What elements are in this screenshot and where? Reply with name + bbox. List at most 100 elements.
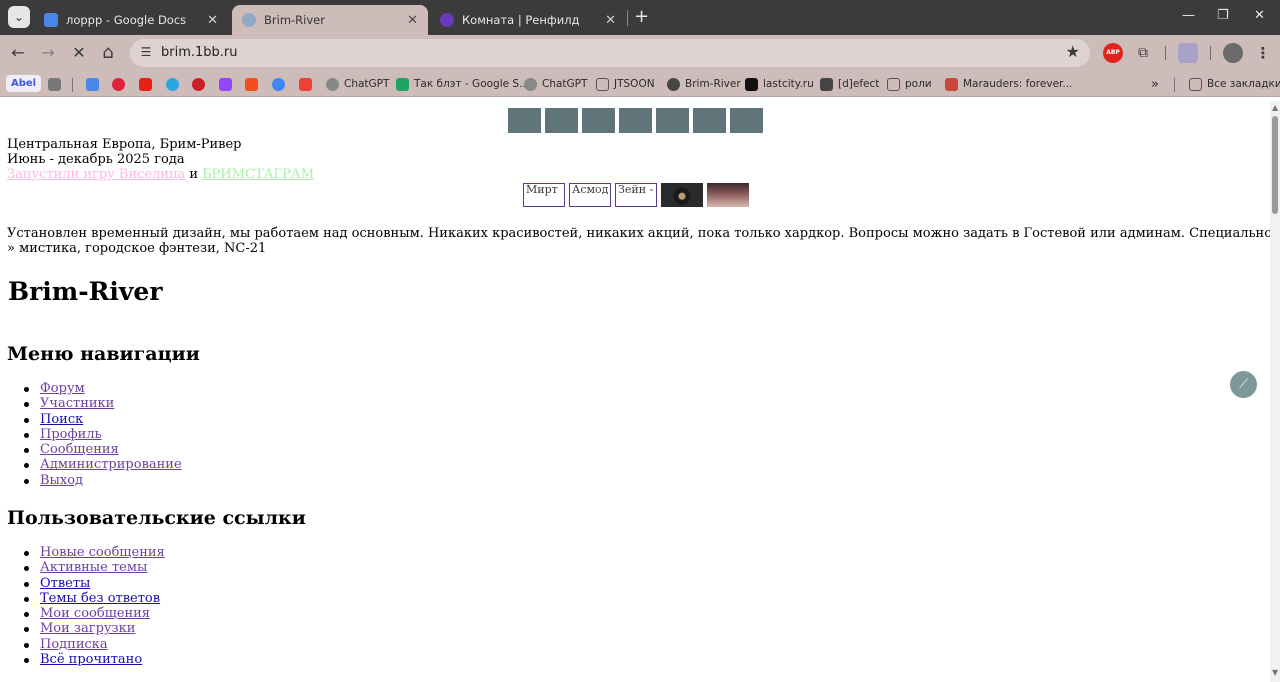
- user-links-menu: Новые сообщения Активные темы Ответы Тем…: [24, 545, 165, 667]
- brimstagram-link[interactable]: БРИМСТАГРАМ: [202, 167, 314, 182]
- tab-google-docs[interactable]: лоррр - Google Docs ✕: [34, 5, 228, 35]
- site-favicon: [242, 13, 256, 27]
- minimize-icon[interactable]: —: [1182, 8, 1195, 23]
- avatar[interactable]: [1223, 43, 1243, 63]
- twitch-icon[interactable]: [219, 75, 237, 93]
- top-nav-button[interactable]: [582, 108, 615, 133]
- extensions-puzzle-icon[interactable]: ⧉: [1133, 43, 1153, 63]
- chatgpt-icon: [524, 77, 537, 91]
- featured-avatars: Мирт Асмод Зейн -: [523, 183, 749, 207]
- new-tab-button[interactable]: +: [634, 7, 649, 27]
- user-link-new-posts: Новые сообщения: [24, 545, 165, 560]
- google-sheets-icon: [396, 77, 409, 91]
- toolbar-divider: [1210, 46, 1211, 60]
- bookmark-item[interactable]: JTSOON: [596, 75, 655, 93]
- scroll-up-icon[interactable]: ▲: [1272, 104, 1278, 112]
- youtube-icon[interactable]: [139, 75, 157, 93]
- url-text: brim.1bb.ru: [161, 45, 238, 60]
- site-favicon: [820, 77, 833, 91]
- tab-brim-river[interactable]: Brim-River ✕: [232, 5, 428, 35]
- top-nav-button[interactable]: [545, 108, 578, 133]
- scroll-down-icon[interactable]: ▼: [1272, 669, 1278, 677]
- address-bar[interactable]: ☰ brim.1bb.ru ★: [130, 39, 1090, 67]
- top-nav-button[interactable]: [656, 108, 689, 133]
- top-nav-button[interactable]: [730, 108, 763, 133]
- bookmark-item[interactable]: lastcity.ru: [745, 75, 814, 93]
- user-links-heading: Пользовательские ссылки: [7, 507, 306, 529]
- user-link-unanswered: Темы без ответов: [24, 591, 165, 606]
- avatar[interactable]: Асмод: [569, 183, 611, 207]
- nav-heading: Меню навигации: [7, 343, 200, 365]
- tab-close-icon[interactable]: ✕: [605, 13, 616, 28]
- translate-icon[interactable]: [1178, 43, 1198, 63]
- bookmarks-bar: Abel ChatGPT Так блэт - Google S... Chat…: [0, 71, 1280, 97]
- bookmark-item[interactable]: ChatGPT: [524, 75, 587, 93]
- tab-close-icon[interactable]: ✕: [407, 13, 418, 28]
- gmail-icon[interactable]: [299, 75, 317, 93]
- back-icon[interactable]: ←: [7, 42, 29, 64]
- bookmark-item[interactable]: Brim-River: [667, 75, 741, 93]
- figma-icon[interactable]: [245, 75, 263, 93]
- bookmark-item[interactable]: Так блэт - Google S...: [396, 75, 529, 93]
- bookmark-star-icon[interactable]: ★: [1066, 42, 1080, 61]
- floating-action-button[interactable]: ⟋: [1230, 371, 1257, 398]
- tab-close-icon[interactable]: ✕: [207, 13, 218, 28]
- bookmarks-divider: [72, 78, 73, 92]
- nav-item-admin: Администрирование: [24, 457, 182, 473]
- top-nav-button[interactable]: [508, 108, 541, 133]
- user-link-subscription: Подписка: [24, 637, 165, 652]
- wordpress-icon: [667, 77, 680, 91]
- nav-item-members: Участники: [24, 396, 182, 411]
- user-link-my-posts: Мои сообщения: [24, 606, 165, 621]
- tab-title: Brim-River: [264, 13, 325, 27]
- all-bookmarks-button[interactable]: Все закладки: [1189, 75, 1280, 93]
- announce-line: Запустили игру Виселица и БРИМСТАГРАМ: [7, 167, 314, 182]
- bookmarks-divider: [1174, 78, 1175, 92]
- top-nav-button[interactable]: [693, 108, 726, 133]
- tab-renfield[interactable]: Комната | Ренфилд ✕: [430, 5, 626, 35]
- google-docs-icon[interactable]: [86, 75, 104, 93]
- bookmarks-overflow-icon[interactable]: »: [1151, 75, 1159, 93]
- tab-search-button[interactable]: ⌄: [8, 6, 30, 28]
- google-docs-icon: [44, 13, 58, 27]
- folder-icon: [596, 77, 609, 91]
- site-info-icon[interactable]: ☰: [138, 44, 154, 60]
- tab-title: лоррр - Google Docs: [66, 13, 187, 27]
- kebab-menu-icon[interactable]: ⋮: [1253, 43, 1273, 63]
- profile-chip[interactable]: Abel: [6, 75, 42, 92]
- stop-loading-icon[interactable]: ✕: [68, 42, 90, 64]
- apps-grid-icon[interactable]: [48, 75, 66, 93]
- avatar[interactable]: Зейн -: [615, 183, 657, 207]
- top-nav-button[interactable]: [619, 108, 652, 133]
- site-favicon: [440, 13, 454, 27]
- nav-item-forum: Форум: [24, 381, 182, 396]
- bookmark-item[interactable]: Marauders: forever...: [945, 75, 1072, 93]
- pocketcasts-icon[interactable]: [112, 75, 130, 93]
- avatar[interactable]: [661, 183, 703, 207]
- nav-menu: Форум Участники Поиск Профиль Сообщения …: [24, 381, 182, 488]
- bookmark-item[interactable]: ChatGPT: [326, 75, 389, 93]
- folder-icon: [1189, 77, 1202, 91]
- nav-item-profile: Профиль: [24, 427, 182, 442]
- user-link-my-uploads: Мои загрузки: [24, 621, 165, 636]
- window-close-icon[interactable]: ✕: [1254, 8, 1265, 23]
- telegram-icon[interactable]: [166, 75, 184, 93]
- adblock-icon[interactable]: ABP: [1103, 43, 1123, 63]
- avatar[interactable]: Мирт: [523, 183, 565, 207]
- avatar[interactable]: [707, 183, 749, 207]
- home-icon[interactable]: ⌂: [97, 42, 119, 64]
- genre-text: » мистика, городское фэнтези, NC-21: [7, 241, 267, 256]
- scrollbar-thumb[interactable]: [1272, 116, 1278, 214]
- chatgpt-icon: [326, 77, 339, 91]
- maximize-icon[interactable]: ❐: [1217, 8, 1229, 23]
- nav-item-logout: Выход: [24, 473, 182, 488]
- forward-icon[interactable]: →: [37, 42, 59, 64]
- bookmark-item[interactable]: [d]efect: [820, 75, 879, 93]
- google-icon[interactable]: [272, 75, 290, 93]
- game-link[interactable]: Запустили игру Виселица: [7, 167, 185, 182]
- tab-divider: [627, 10, 628, 26]
- pinterest-icon[interactable]: [192, 75, 210, 93]
- site-favicon: [745, 77, 758, 91]
- top-nav-buttons: [508, 108, 763, 133]
- bookmark-item[interactable]: роли: [887, 75, 932, 93]
